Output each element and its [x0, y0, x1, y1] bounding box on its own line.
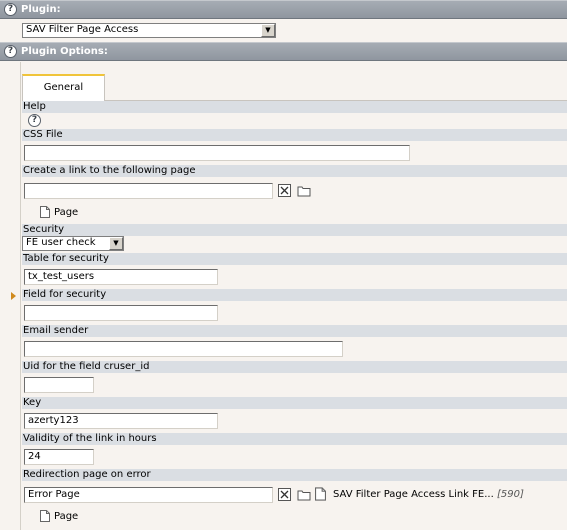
security-label: Security	[22, 224, 567, 236]
link-page-page[interactable]: Page	[40, 206, 78, 219]
plugin-options-header: ? Plugin Options:	[0, 42, 567, 61]
link-page-input[interactable]	[24, 183, 273, 199]
field-security-input[interactable]	[24, 305, 218, 321]
plugin-section-header: ? Plugin:	[0, 0, 567, 19]
folder-icon[interactable]	[297, 184, 311, 197]
validity-label: Validity of the link in hours	[22, 433, 567, 445]
plugin-select[interactable]: SAV Filter Page Access ▼	[22, 23, 276, 38]
page-icon	[40, 206, 50, 218]
help-icon[interactable]: ?	[4, 45, 17, 58]
redirect-page[interactable]: Page	[40, 510, 78, 523]
help-label: Help	[22, 101, 567, 113]
security-select[interactable]: FE user check ▼	[22, 236, 124, 251]
key-label: Key	[22, 397, 567, 409]
plugin-options-title: Plugin Options:	[21, 46, 108, 57]
email-sender-input[interactable]	[24, 341, 343, 357]
chevron-down-icon[interactable]: ▼	[261, 24, 275, 37]
email-sender-label: Email sender	[22, 325, 567, 337]
redirect-record-title[interactable]: SAV Filter Page Access Link FE... [590]	[333, 489, 524, 501]
folder-icon[interactable]	[297, 488, 311, 501]
validity-input[interactable]: 24	[24, 449, 94, 465]
uid-cruser-label: Uid for the field cruser_id	[22, 361, 567, 373]
table-security-label: Table for security	[22, 253, 567, 265]
page-icon	[315, 487, 326, 501]
css-file-input[interactable]	[24, 145, 410, 161]
tab-general[interactable]: General	[22, 74, 105, 101]
chevron-down-icon[interactable]: ▼	[109, 237, 123, 250]
redirect-input[interactable]: Error Page	[24, 487, 273, 503]
key-input[interactable]: azerty123	[24, 413, 218, 429]
page-icon	[40, 510, 50, 522]
table-security-input[interactable]: tx_test_users	[24, 269, 218, 285]
css-file-label: CSS File	[22, 129, 567, 141]
help-icon[interactable]: ?	[4, 3, 17, 16]
clear-icon[interactable]	[278, 184, 291, 197]
redirect-label: Redirection page on error	[22, 469, 567, 481]
clear-icon[interactable]	[278, 488, 291, 501]
link-page-label: Create a link to the following page	[22, 165, 567, 177]
help-icon[interactable]: ?	[28, 114, 41, 127]
plugin-section-title: Plugin:	[21, 4, 61, 15]
record-uid: [590]	[496, 489, 524, 500]
uid-cruser-input[interactable]	[24, 377, 94, 393]
field-security-label: Field for security	[22, 289, 567, 301]
required-marker-icon	[11, 292, 16, 300]
